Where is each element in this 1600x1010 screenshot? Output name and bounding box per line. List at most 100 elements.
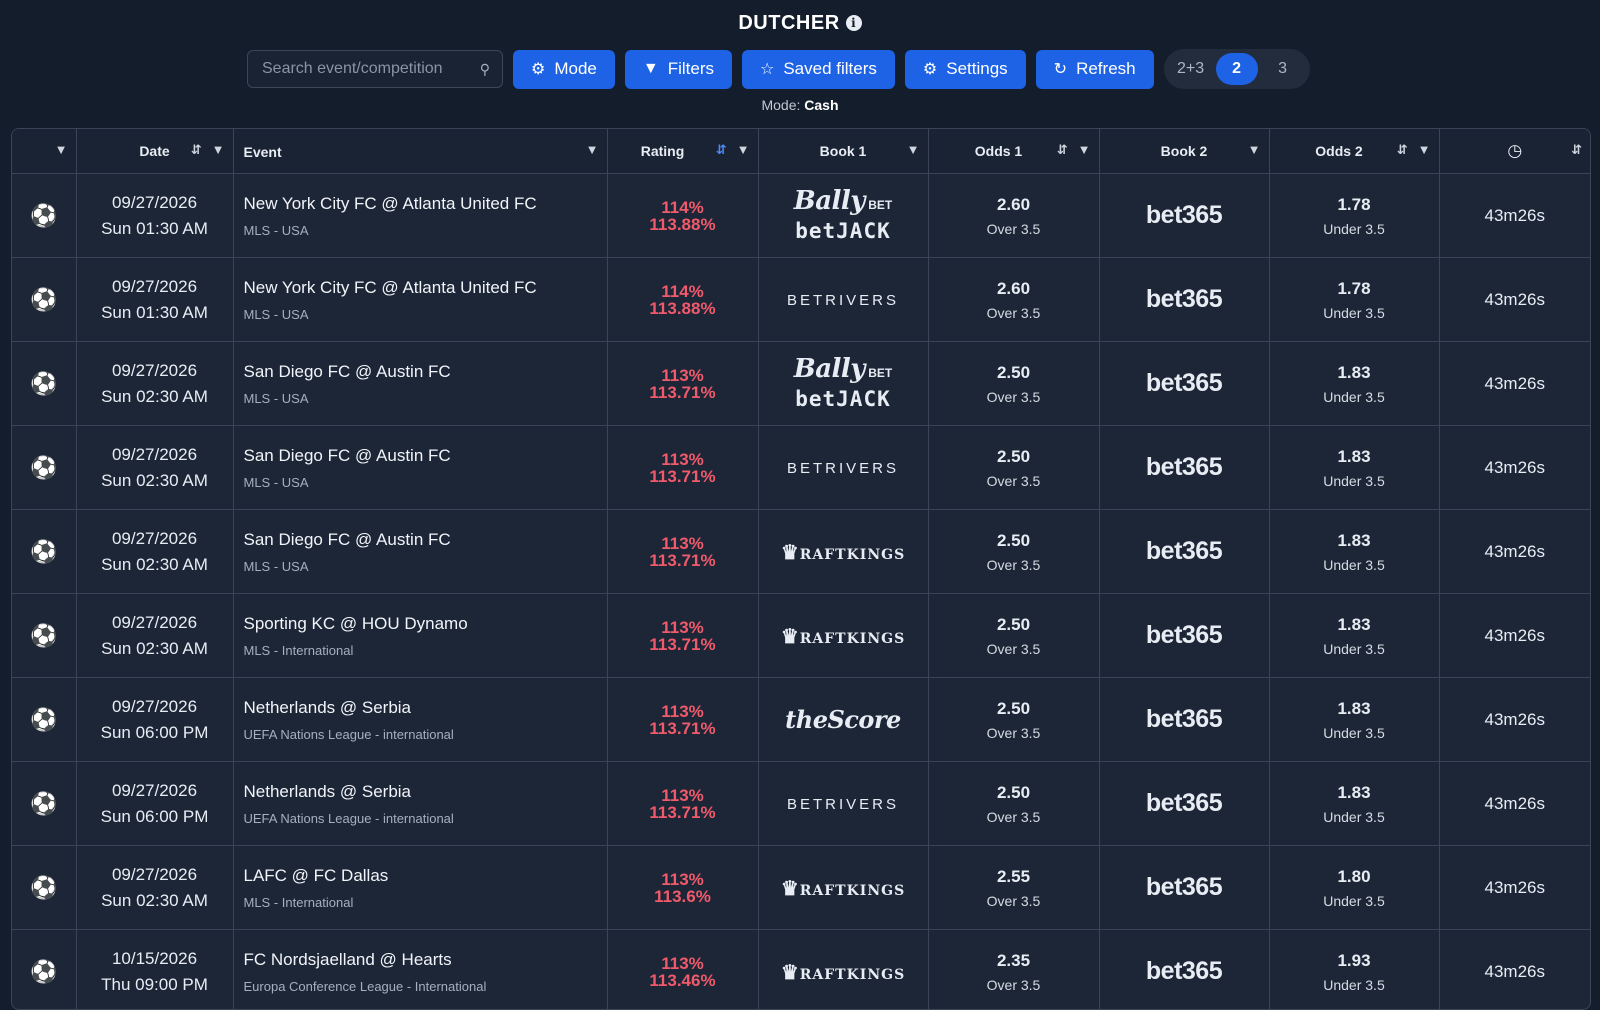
- event-cell[interactable]: San Diego FC @ Austin FC MLS - USA: [233, 510, 607, 594]
- mode-button[interactable]: ⚙ Mode: [513, 50, 615, 89]
- col-time-header[interactable]: ◷ ⇵: [1439, 129, 1590, 174]
- filters-button[interactable]: ▼ Filters: [625, 50, 732, 89]
- odds2-cell[interactable]: 1.83 Under 3.5: [1269, 342, 1439, 426]
- settings-button[interactable]: ⚙ Settings: [905, 50, 1026, 89]
- odds1-cell[interactable]: 2.50 Over 3.5: [928, 762, 1099, 846]
- saved-filters-button[interactable]: ☆ Saved filters: [742, 50, 895, 89]
- filter-icon[interactable]: ▼: [737, 142, 750, 158]
- book1-cell[interactable]: theScore: [758, 678, 928, 762]
- table-row[interactable]: ⚽ 09/27/2026 Sun 06:00 PM Netherlands @ …: [12, 762, 1590, 846]
- odds2-cell[interactable]: 1.80 Under 3.5: [1269, 846, 1439, 930]
- book2-cell[interactable]: bet365: [1099, 762, 1269, 846]
- date-cell: 09/27/2026 Sun 06:00 PM: [76, 678, 233, 762]
- table-row[interactable]: ⚽ 09/27/2026 Sun 01:30 AM New York City …: [12, 174, 1590, 258]
- sort-icon[interactable]: ⇵: [1057, 142, 1068, 158]
- col-rating-header[interactable]: Rating ⇵▼: [607, 129, 758, 174]
- odds2-cell[interactable]: 1.83 Under 3.5: [1269, 426, 1439, 510]
- odds1-cell[interactable]: 2.50 Over 3.5: [928, 426, 1099, 510]
- book2-cell[interactable]: bet365: [1099, 258, 1269, 342]
- time-remaining: 43m26s: [1485, 458, 1545, 477]
- col-date-header[interactable]: Date ⇵▼: [76, 129, 233, 174]
- sort-icon[interactable]: ⇵: [191, 142, 202, 158]
- filter-icon[interactable]: ▼: [586, 142, 599, 157]
- odds1-cell[interactable]: 2.50 Over 3.5: [928, 510, 1099, 594]
- draftkings-logo: ♛RAFTKINGS: [781, 631, 905, 647]
- segment-2-3[interactable]: 2+3: [1170, 53, 1212, 85]
- info-icon[interactable]: i: [846, 15, 862, 31]
- book2-cell[interactable]: bet365: [1099, 426, 1269, 510]
- book1-cell[interactable]: ♛RAFTKINGS: [758, 510, 928, 594]
- odds1-cell[interactable]: 2.60 Over 3.5: [928, 174, 1099, 258]
- book1-cell[interactable]: ♛RAFTKINGS: [758, 594, 928, 678]
- col-book1-header[interactable]: Book 1 ▼: [758, 129, 928, 174]
- odds1-cell[interactable]: 2.60 Over 3.5: [928, 258, 1099, 342]
- event-cell[interactable]: Netherlands @ Serbia UEFA Nations League…: [233, 678, 607, 762]
- book1-logo: ♛RAFTKINGS: [759, 540, 928, 564]
- table-row[interactable]: ⚽ 09/27/2026 Sun 01:30 AM New York City …: [12, 258, 1590, 342]
- rating-cell: 113% 113.46%: [607, 930, 758, 1010]
- odds1-cell[interactable]: 2.50 Over 3.5: [928, 342, 1099, 426]
- filter-icon[interactable]: ▼: [55, 142, 68, 157]
- sort-icon[interactable]: ⇵: [1571, 142, 1582, 158]
- book2-cell[interactable]: bet365: [1099, 342, 1269, 426]
- table-row[interactable]: ⚽ 09/27/2026 Sun 02:30 AM San Diego FC @…: [12, 510, 1590, 594]
- odds2-cell[interactable]: 1.83 Under 3.5: [1269, 762, 1439, 846]
- book1-cell[interactable]: Bally BETbetJACK: [758, 342, 928, 426]
- odds1-cell[interactable]: 2.50 Over 3.5: [928, 678, 1099, 762]
- book1-cell[interactable]: BETRIVERS: [758, 762, 928, 846]
- table-row[interactable]: ⚽ 10/15/2026 Thu 09:00 PM FC Nordsjaella…: [12, 930, 1590, 1010]
- event-cell[interactable]: Sporting KC @ HOU Dynamo MLS - Internati…: [233, 594, 607, 678]
- book1-cell[interactable]: Bally BETbetJACK: [758, 174, 928, 258]
- odds2-cell[interactable]: 1.83 Under 3.5: [1269, 678, 1439, 762]
- segment-2[interactable]: 2: [1216, 53, 1258, 85]
- col-odds2-header[interactable]: Odds 2 ⇵▼: [1269, 129, 1439, 174]
- odds2-cell[interactable]: 1.78 Under 3.5: [1269, 258, 1439, 342]
- event-cell[interactable]: San Diego FC @ Austin FC MLS - USA: [233, 342, 607, 426]
- book2-cell[interactable]: bet365: [1099, 174, 1269, 258]
- odds2-cell[interactable]: 1.83 Under 3.5: [1269, 510, 1439, 594]
- sort-icon[interactable]: ⇵: [1397, 142, 1408, 158]
- col-odds1-header[interactable]: Odds 1 ⇵▼: [928, 129, 1099, 174]
- odds1-cell[interactable]: 2.50 Over 3.5: [928, 594, 1099, 678]
- event-cell[interactable]: LAFC @ FC Dallas MLS - International: [233, 846, 607, 930]
- table-row[interactable]: ⚽ 09/27/2026 Sun 06:00 PM Netherlands @ …: [12, 678, 1590, 762]
- filter-icon[interactable]: ▼: [907, 142, 920, 157]
- event-name: LAFC @ FC Dallas: [244, 866, 607, 886]
- event-cell[interactable]: Netherlands @ Serbia UEFA Nations League…: [233, 762, 607, 846]
- event-cell[interactable]: New York City FC @ Atlanta United FC MLS…: [233, 174, 607, 258]
- odds1-cell[interactable]: 2.55 Over 3.5: [928, 846, 1099, 930]
- event-cell[interactable]: New York City FC @ Atlanta United FC MLS…: [233, 258, 607, 342]
- odds2-cell[interactable]: 1.93 Under 3.5: [1269, 930, 1439, 1010]
- segment-3[interactable]: 3: [1262, 53, 1304, 85]
- table-row[interactable]: ⚽ 09/27/2026 Sun 02:30 AM San Diego FC @…: [12, 342, 1590, 426]
- col-event-header[interactable]: Event ▼: [233, 129, 607, 174]
- book1-cell[interactable]: BETRIVERS: [758, 258, 928, 342]
- book1-cell[interactable]: ♛RAFTKINGS: [758, 930, 928, 1010]
- search-icon[interactable]: ⚲: [480, 61, 490, 78]
- book2-cell[interactable]: bet365: [1099, 594, 1269, 678]
- search-input[interactable]: [260, 59, 480, 79]
- event-cell[interactable]: FC Nordsjaelland @ Hearts Europa Confere…: [233, 930, 607, 1010]
- odds2-cell[interactable]: 1.83 Under 3.5: [1269, 594, 1439, 678]
- event-cell[interactable]: San Diego FC @ Austin FC MLS - USA: [233, 426, 607, 510]
- table-row[interactable]: ⚽ 09/27/2026 Sun 02:30 AM LAFC @ FC Dall…: [12, 846, 1590, 930]
- table-row[interactable]: ⚽ 09/27/2026 Sun 02:30 AM Sporting KC @ …: [12, 594, 1590, 678]
- odds2-cell[interactable]: 1.78 Under 3.5: [1269, 174, 1439, 258]
- book2-cell[interactable]: bet365: [1099, 678, 1269, 762]
- col-book2-header[interactable]: Book 2 ▼: [1099, 129, 1269, 174]
- book2-cell[interactable]: bet365: [1099, 846, 1269, 930]
- table-row[interactable]: ⚽ 09/27/2026 Sun 02:30 AM San Diego FC @…: [12, 426, 1590, 510]
- filter-icon[interactable]: ▼: [1418, 142, 1431, 158]
- odds1-cell[interactable]: 2.35 Over 3.5: [928, 930, 1099, 1010]
- refresh-button[interactable]: ↻ Refresh: [1036, 50, 1154, 89]
- odds1-market: Over 3.5: [929, 809, 1099, 825]
- book1-cell[interactable]: BETRIVERS: [758, 426, 928, 510]
- odds2-header-icons: ⇵▼: [1397, 142, 1431, 158]
- book1-cell[interactable]: ♛RAFTKINGS: [758, 846, 928, 930]
- book2-cell[interactable]: bet365: [1099, 510, 1269, 594]
- filter-icon[interactable]: ▼: [1078, 142, 1091, 158]
- filter-icon[interactable]: ▼: [212, 142, 225, 158]
- book2-cell[interactable]: bet365: [1099, 930, 1269, 1010]
- sort-desc-icon[interactable]: ⇵: [716, 142, 727, 158]
- filter-icon[interactable]: ▼: [1248, 142, 1261, 157]
